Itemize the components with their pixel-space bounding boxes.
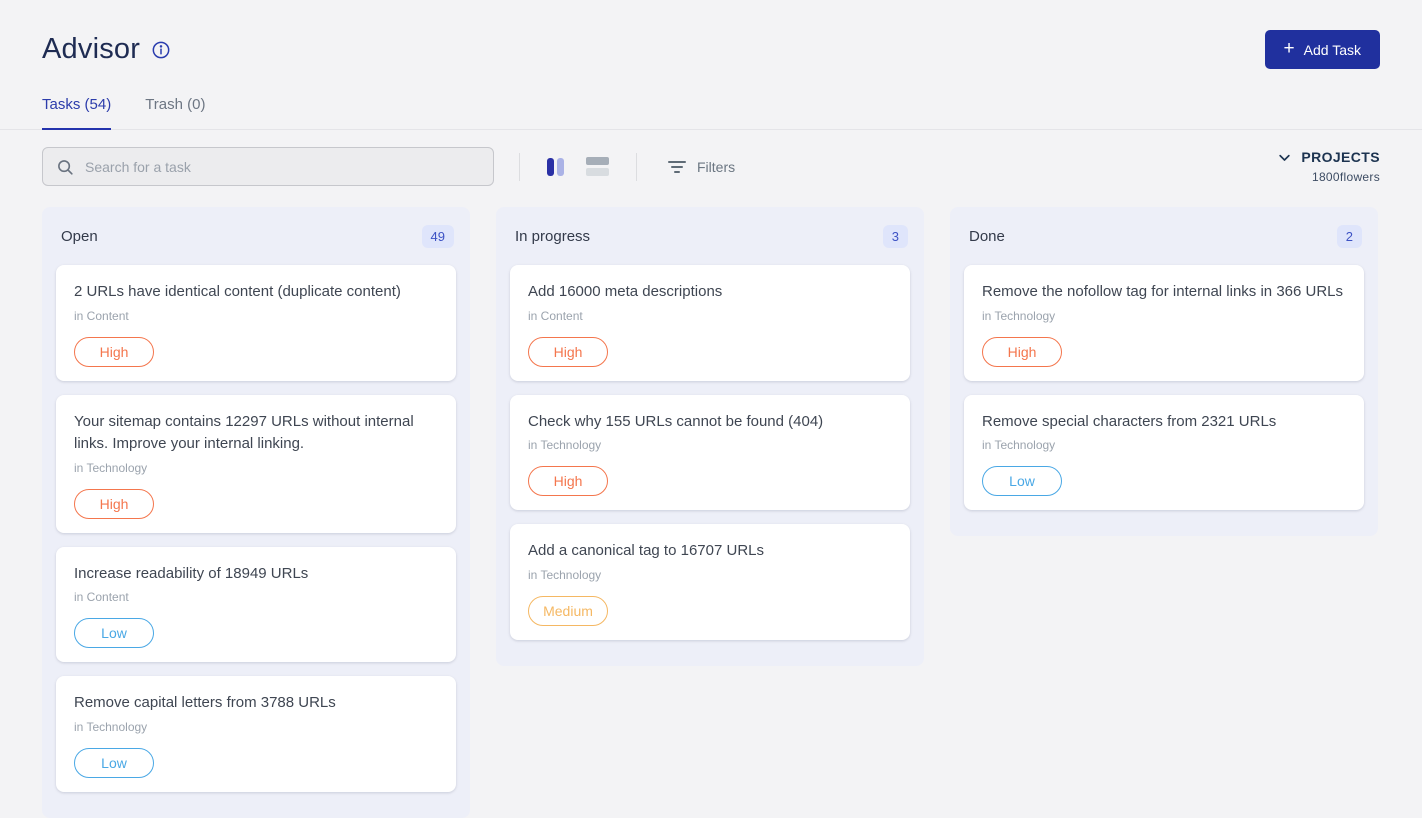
task-card-category: in Technology [528,438,892,452]
task-card-category: in Content [528,309,892,323]
column-cards: Add 16000 meta descriptions in Content H… [510,265,910,640]
column-count-badge: 2 [1337,225,1362,248]
task-card-title: Remove the nofollow tag for internal lin… [982,281,1346,304]
task-card-category: in Technology [982,309,1346,323]
kanban-view-icon [547,158,564,176]
projects-label: PROJECTS [1301,149,1380,165]
task-card[interactable]: Your sitemap contains 12297 URLs without… [56,395,456,533]
column-title: Open [61,228,98,245]
column-header: Done 2 [964,221,1364,265]
page-title: Advisor [42,33,140,66]
priority-badge: High [528,337,608,367]
priority-badge: Low [982,466,1062,496]
tab-trash[interactable]: Trash (0) [145,96,205,129]
task-card-category: in Technology [74,720,438,734]
tab-bar: Tasks (54) Trash (0) [0,96,1422,130]
column-cards: Remove the nofollow tag for internal lin… [964,265,1364,510]
info-icon[interactable] [151,40,171,60]
task-card-title: Add 16000 meta descriptions [528,281,892,304]
add-task-button[interactable]: + Add Task [1265,30,1380,69]
column-header: In progress 3 [510,221,910,265]
task-card-category: in Technology [982,438,1346,452]
priority-badge: High [982,337,1062,367]
title-group: Advisor [42,33,171,66]
task-card-title: Add a canonical tag to 16707 URLs [528,540,892,563]
board-column: Open 49 2 URLs have identical content (d… [42,207,470,818]
search-icon [56,158,74,176]
task-card-title: Increase readability of 18949 URLs [74,563,438,586]
filter-icon [668,161,686,173]
column-header: Open 49 [56,221,456,265]
toolbar-divider-2 [636,153,637,181]
search-input[interactable] [83,158,480,176]
task-card-title: Remove capital letters from 3788 URLs [74,692,438,715]
task-card-category: in Content [74,309,438,323]
list-view-button[interactable] [584,155,611,178]
page-header: Advisor + Add Task [0,0,1422,69]
task-card[interactable]: Add a canonical tag to 16707 URLs in Tec… [510,524,910,640]
board-column: Done 2 Remove the nofollow tag for inter… [950,207,1378,536]
task-card[interactable]: Remove the nofollow tag for internal lin… [964,265,1364,381]
column-title: Done [969,228,1005,245]
projects-header: PROJECTS [1277,149,1380,165]
chevron-down-icon [1277,150,1292,165]
filters-label: Filters [697,159,735,175]
view-toggle-group [545,155,611,178]
kanban-view-button[interactable] [545,156,566,178]
priority-badge: Low [74,748,154,778]
task-card[interactable]: Remove capital letters from 3788 URLs in… [56,676,456,792]
column-count-badge: 3 [883,225,908,248]
priority-badge: Low [74,618,154,648]
task-card-category: in Technology [528,568,892,582]
add-task-label: Add Task [1304,42,1361,58]
task-card[interactable]: 2 URLs have identical content (duplicate… [56,265,456,381]
task-card-title: Check why 155 URLs cannot be found (404) [528,411,892,434]
priority-badge: High [74,337,154,367]
task-card[interactable]: Check why 155 URLs cannot be found (404)… [510,395,910,511]
priority-badge: High [528,466,608,496]
task-card[interactable]: Remove special characters from 2321 URLs… [964,395,1364,511]
filters-button[interactable]: Filters [662,158,741,176]
task-card-title: Remove special characters from 2321 URLs [982,411,1346,434]
priority-badge: Medium [528,596,608,626]
column-count-badge: 49 [422,225,454,248]
board-column: In progress 3 Add 16000 meta description… [496,207,924,666]
toolbar-divider [519,153,520,181]
list-view-icon [586,157,609,176]
column-cards: 2 URLs have identical content (duplicate… [56,265,456,792]
task-card[interactable]: Add 16000 meta descriptions in Content H… [510,265,910,381]
current-project-name: 1800flowers [1312,170,1380,184]
task-card-title: Your sitemap contains 12297 URLs without… [74,411,438,456]
search-box[interactable] [42,147,494,186]
task-card[interactable]: Increase readability of 18949 URLs in Co… [56,547,456,663]
task-card-category: in Content [74,590,438,604]
board: Open 49 2 URLs have identical content (d… [0,186,1422,818]
task-card-category: in Technology [74,461,438,475]
priority-badge: High [74,489,154,519]
plus-icon: + [1284,39,1295,58]
toolbar: Filters PROJECTS 1800flowers [0,130,1422,186]
column-title: In progress [515,228,590,245]
projects-selector[interactable]: PROJECTS 1800flowers [1277,149,1380,184]
task-card-title: 2 URLs have identical content (duplicate… [74,281,438,304]
tab-tasks[interactable]: Tasks (54) [42,96,111,130]
